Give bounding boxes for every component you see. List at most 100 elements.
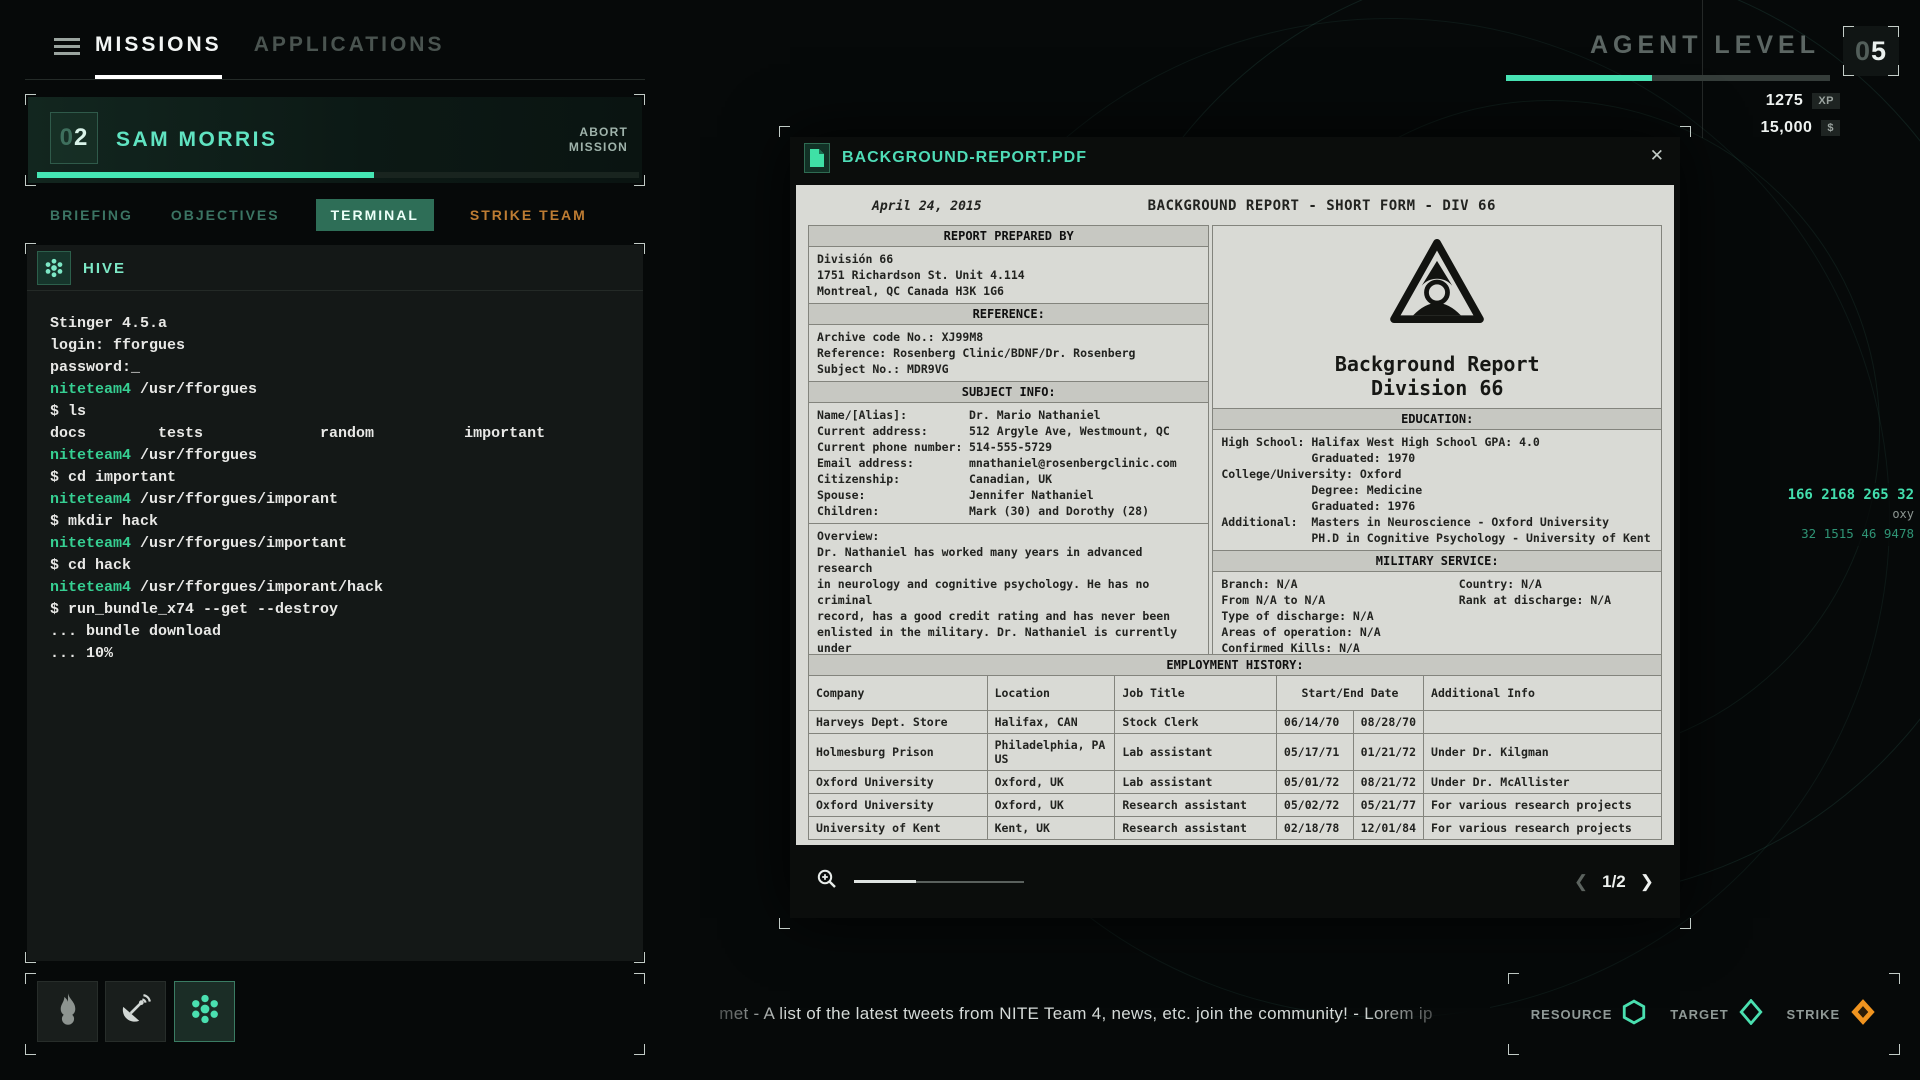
overview-block: Overview: Dr. Nathaniel has worked many … — [809, 524, 1208, 655]
hive-tool-button[interactable] — [174, 981, 235, 1042]
document-line: College/University: Oxford — [1221, 466, 1653, 482]
employment-cell: Harveys Dept. Store — [809, 711, 988, 734]
pdf-document-page[interactable]: April 24, 2015 BACKGROUND REPORT - SHORT… — [796, 185, 1674, 845]
next-page-icon[interactable]: ❯ — [1640, 872, 1654, 892]
employment-cell: Stock Clerk — [1115, 711, 1277, 734]
abort-mission-button[interactable]: ABORT MISSION — [569, 125, 628, 155]
terminal-app-name: HIVE — [83, 245, 126, 291]
mission-progressbar — [37, 172, 639, 178]
document-line: 1751 Richardson St. Unit 4.114 — [817, 267, 1200, 283]
agent-level-progress-fill — [1506, 75, 1652, 81]
terminal-prompt-user: niteteam4 — [50, 579, 131, 596]
zoom-slider-track — [916, 881, 1024, 883]
reference-header: REFERENCE: — [809, 304, 1208, 325]
background-data-readout: 166 2168 265 32 oxy 32 1515 46 9478 — [1740, 483, 1918, 546]
close-icon[interactable]: ✕ — [1650, 146, 1664, 166]
employment-cell: Oxford University — [809, 794, 988, 817]
terminal-line: login: fforgues — [50, 335, 635, 357]
game-screen: 166 2168 265 32 oxy 32 1515 46 9478 MISS… — [0, 0, 1920, 1080]
terminal-line-text: $ mkdir hack — [50, 513, 158, 530]
document-line: Graduated: 1976 — [1221, 498, 1653, 514]
subject-field-label: Name/[Alias]: — [817, 407, 969, 423]
mission-number-digit: 0 — [60, 124, 74, 152]
terminal-line-text: $ cd hack — [50, 557, 131, 574]
mission-tab[interactable]: BRIEFING — [48, 199, 135, 231]
terminal-line-text: ... 10% — [50, 645, 113, 662]
employment-cell: 01/21/72 — [1353, 734, 1423, 771]
employment-cell: 05/02/72 — [1276, 794, 1353, 817]
money-badge: $ — [1821, 120, 1840, 136]
employment-cell: Lab assistant — [1115, 771, 1277, 794]
terminal-line-text: Stinger 4.5.a — [50, 315, 167, 332]
employment-cell: 05/21/77 — [1353, 794, 1423, 817]
satellite-icon — [119, 992, 153, 1031]
reference-block: Archive code No.: XJ99M8Reference: Rosen… — [809, 325, 1208, 382]
legend-shape-icon — [1849, 998, 1877, 1031]
mission-card-frame: 0 2 SAM MORRIS ABORT MISSION — [25, 94, 645, 186]
subject-field-value: 514-555-5729 — [969, 439, 1052, 455]
mission-name: SAM MORRIS — [116, 128, 278, 152]
subject-field-label: Current phone number: — [817, 439, 969, 455]
terminal-line-text: $ ls — [50, 403, 86, 420]
employment-column-header: Job Title — [1115, 676, 1277, 711]
employment-column-header: Start/End Date — [1276, 676, 1423, 711]
terminal-line-text: password:_ — [50, 359, 140, 376]
terminal-line: ... 10% — [50, 643, 635, 665]
main-nav-tabs: MISSIONS APPLICATIONS — [95, 33, 444, 57]
employment-cell: University of Kent — [809, 817, 988, 840]
document-line: Areas of operation: N/A — [1221, 624, 1458, 640]
overview-label: Overview: — [817, 528, 1200, 544]
subject-field-label: Children: — [817, 503, 969, 519]
mission-tab[interactable]: STRIKE TEAM — [468, 199, 589, 231]
employment-cell: Under Dr. Kilgman — [1424, 734, 1662, 771]
mission-tab[interactable]: TERMINAL — [316, 199, 434, 231]
employment-row: Oxford UniversityOxford, UKLab assistant… — [809, 771, 1662, 794]
employment-cell: 08/21/72 — [1353, 771, 1423, 794]
subject-info-row: Current phone number: 514-555-5729 — [817, 439, 1200, 455]
employment-column-header: Additional Info — [1424, 676, 1662, 711]
main-nav-tab[interactable]: MISSIONS — [95, 33, 222, 57]
abort-line: ABORT — [569, 125, 628, 140]
terminal-line: $ run_bundle_x74 --get --destroy — [50, 599, 635, 621]
document-line: PH.D in Cognitive Psychology - Universit… — [1221, 530, 1653, 546]
map-legend: RESOURCE TARGET STRIKE — [1508, 973, 1900, 1055]
terminal-line: niteteam4 /usr/fforgues/imporant — [50, 489, 635, 511]
terminal-line: $ mkdir hack — [50, 511, 635, 533]
subject-info-row: Email address: mnathaniel@rosenbergclini… — [817, 455, 1200, 471]
mission-tab[interactable]: OBJECTIVES — [169, 199, 282, 231]
prepared-by-block: División 661751 Richardson St. Unit 4.11… — [809, 247, 1208, 304]
document-columns: REPORT PREPARED BY División 661751 Richa… — [808, 225, 1662, 655]
document-line: Type of discharge: N/A — [1221, 608, 1458, 624]
terminal-line: $ ls — [50, 401, 635, 423]
mission-card[interactable]: 0 2 SAM MORRIS ABORT MISSION — [28, 97, 642, 183]
employment-row: Holmesburg PrisonPhiladelphia, PA USLab … — [809, 734, 1662, 771]
terminal-console[interactable]: Stinger 4.5.a login: fforgues password:_ni… — [50, 313, 635, 953]
employment-cell — [1424, 711, 1662, 734]
xp-stat: 1275 XP — [1766, 92, 1840, 110]
document-right-column: Background Report Division 66 EDUCATION:… — [1212, 225, 1662, 655]
document-title: BACKGROUND REPORT - SHORT FORM - DIV 66 — [982, 198, 1662, 214]
document-line: Archive code No.: XJ99M8 — [817, 329, 1200, 345]
menu-icon[interactable] — [54, 38, 80, 56]
employment-cell: Lab assistant — [1115, 734, 1277, 771]
flame-tool-button[interactable] — [37, 981, 98, 1042]
terminal-prompt-user: niteteam4 — [50, 491, 131, 508]
document-line: Reference: Rosenberg Clinic/BDNF/Dr. Ros… — [817, 345, 1200, 361]
page-navigation: ❮ 1/2 ❯ — [1574, 872, 1654, 892]
zoom-slider[interactable] — [854, 880, 1024, 883]
subject-field-value: Mark (30) and Dorothy (28) — [969, 503, 1149, 519]
document-line: Dr. Nathaniel has worked many years in a… — [817, 544, 1200, 576]
terminal-line-text: $ cd important — [50, 469, 176, 486]
employment-cell: 08/28/70 — [1353, 711, 1423, 734]
xp-badge: XP — [1812, 93, 1840, 109]
agent-level-value: 0 5 — [1843, 26, 1899, 76]
main-nav-tab[interactable]: APPLICATIONS — [254, 33, 445, 57]
employment-cell: For various research projects — [1424, 794, 1662, 817]
satellite-tool-button[interactable] — [105, 981, 166, 1042]
document-line: record, has a good credit rating and has… — [817, 608, 1200, 624]
subject-field-value: 512 Argyle Ave, Westmount, QC — [969, 423, 1170, 439]
menu-bar — [54, 38, 80, 41]
prev-page-icon[interactable]: ❮ — [1574, 872, 1588, 892]
education-header: EDUCATION: — [1213, 409, 1661, 430]
mission-number-box: 0 2 — [50, 112, 98, 164]
